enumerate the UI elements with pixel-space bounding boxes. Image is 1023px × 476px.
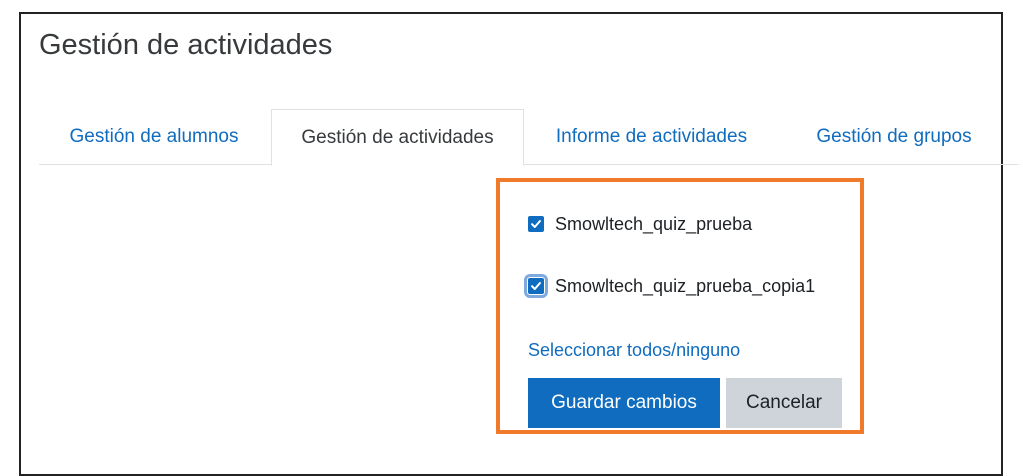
select-all-none-link[interactable]: Seleccionar todos/ninguno — [528, 340, 740, 361]
activity-checkbox[interactable] — [528, 216, 544, 232]
cancel-button[interactable]: Cancelar — [726, 378, 842, 428]
tab-activity-report[interactable]: Informe de actividades — [529, 109, 774, 163]
activity-label: Smowltech_quiz_prueba — [555, 213, 753, 234]
tab-group-management[interactable]: Gestión de grupos — [784, 109, 1004, 163]
activity-checkbox[interactable] — [524, 274, 548, 298]
checkmark-icon — [531, 282, 541, 290]
tab-bar: Gestión de alumnos Gestión de actividade… — [39, 109, 1019, 166]
tab-activity-management[interactable]: Gestión de actividades — [271, 109, 524, 166]
activity-checkbox-row: Smowltech_quiz_prueba — [528, 211, 752, 237]
save-changes-button[interactable]: Guardar cambios — [528, 378, 720, 428]
checkmark-icon — [531, 220, 541, 228]
page-title: Gestión de actividades — [39, 29, 333, 61]
tab-student-management[interactable]: Gestión de alumnos — [39, 109, 269, 163]
activity-checkbox-row: Smowltech_quiz_prueba_copia1 — [524, 273, 816, 299]
activity-label: Smowltech_quiz_prueba_copia1 — [555, 275, 816, 296]
